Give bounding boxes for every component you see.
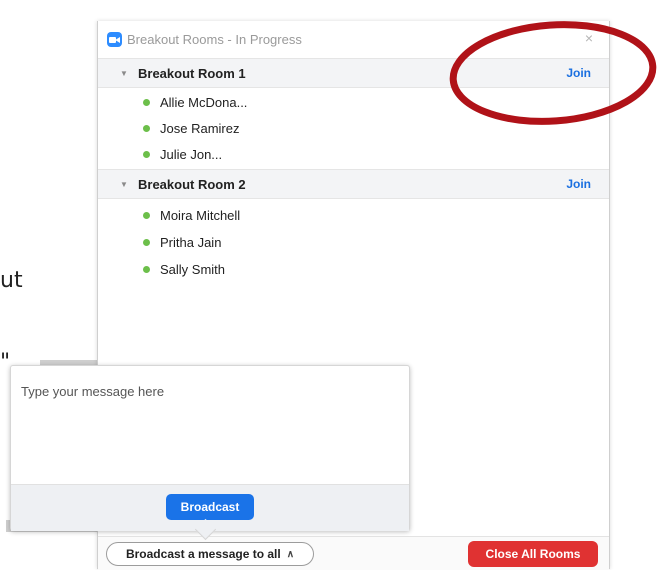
- window-title: Breakout Rooms - In Progress: [127, 32, 302, 47]
- participant-name: Sally Smith: [160, 261, 226, 277]
- participant-item: Pritha Jain: [98, 229, 609, 255]
- collapse-caret-icon[interactable]: ▼: [120, 69, 132, 78]
- participant-item: Julie Jon...: [98, 141, 609, 167]
- participant-item: Allie McDona...: [98, 89, 609, 115]
- status-dot-icon: [143, 124, 150, 132]
- participant-item: Moira Mitchell: [98, 202, 609, 228]
- status-dot-icon: [143, 98, 150, 106]
- status-dot-icon: [143, 265, 150, 273]
- room-name: Breakout Room 2: [138, 176, 246, 192]
- participant-item: Sally Smith: [98, 256, 609, 282]
- close-all-rooms-button[interactable]: Close All Rooms: [468, 541, 598, 567]
- status-dot-icon: [143, 150, 150, 158]
- collapse-caret-icon[interactable]: ▼: [120, 180, 132, 189]
- participant-name: Jose Ramirez: [160, 120, 240, 136]
- title-bar: Breakout Rooms - In Progress ×: [98, 21, 609, 58]
- participant-name: Pritha Jain: [160, 234, 222, 250]
- participant-name: Julie Jon...: [160, 146, 223, 162]
- broadcast-message-toggle[interactable]: Broadcast a message to all ∧: [106, 542, 314, 566]
- chevron-up-icon: ∧: [286, 548, 295, 560]
- room-header-1[interactable]: ▼ Breakout Room 1 Join: [98, 58, 609, 88]
- participant-item: Jose Ramirez: [98, 115, 609, 141]
- room-header-2[interactable]: ▼ Breakout Room 2 Join: [98, 169, 609, 199]
- background-text-fragment: ut: [0, 268, 23, 293]
- join-room-1-button[interactable]: Join: [566, 66, 591, 80]
- join-room-2-button[interactable]: Join: [566, 177, 591, 191]
- broadcast-toggle-label: Broadcast a message to all: [125, 547, 281, 561]
- room-name: Breakout Room 1: [138, 65, 246, 81]
- status-dot-icon: [143, 211, 150, 219]
- broadcast-popup: Broadcast: [10, 365, 410, 541]
- zoom-camera-icon: [107, 32, 122, 47]
- participant-name: Allie McDona...: [160, 94, 248, 110]
- participant-name: Moira Mitchell: [160, 207, 241, 223]
- status-dot-icon: [143, 238, 150, 246]
- background-quote-fragment: ": [0, 350, 11, 375]
- broadcast-button[interactable]: Broadcast: [166, 494, 254, 520]
- broadcast-message-input[interactable]: [19, 382, 403, 486]
- close-icon[interactable]: ×: [585, 30, 593, 46]
- bottom-bar: Broadcast a message to all ∧ Close All R…: [98, 536, 609, 570]
